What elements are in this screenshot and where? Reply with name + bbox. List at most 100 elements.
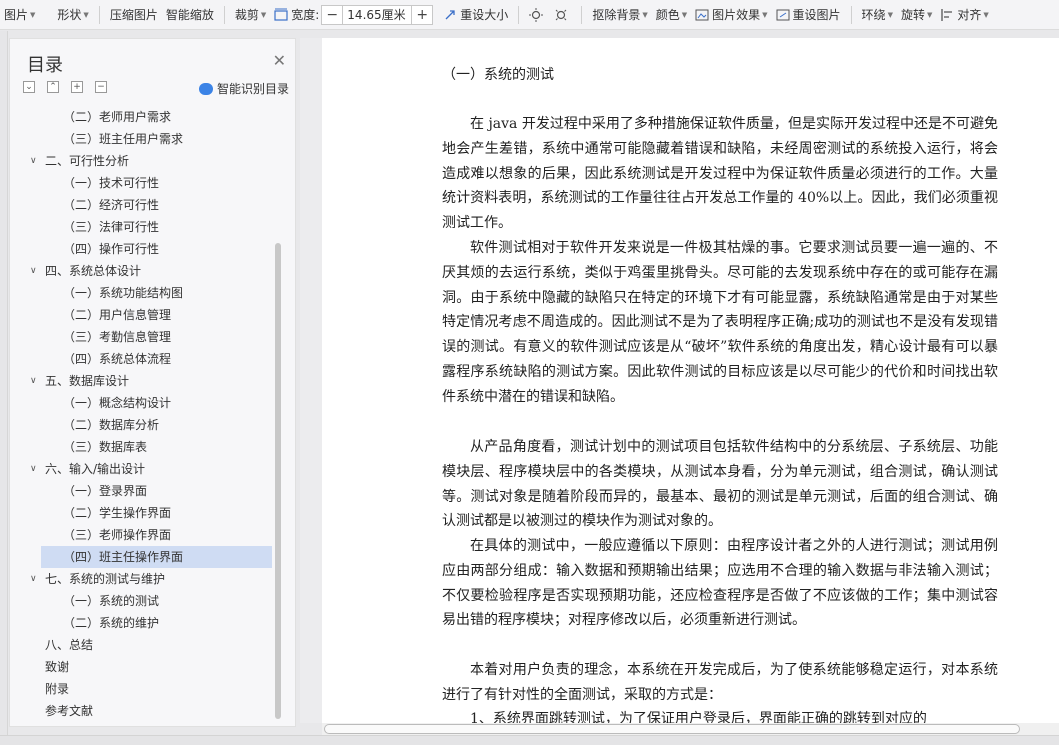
section-heading: （一）系统的测试: [442, 67, 554, 83]
toc-item[interactable]: 参考文献: [10, 700, 272, 722]
chevron-down-icon: ▼: [30, 10, 36, 19]
expand-all-icon[interactable]: ⌃: [47, 81, 59, 93]
smart-toc-label: 智能识别目录: [216, 82, 289, 96]
toc-item-label: 参考文献: [45, 704, 94, 718]
reset-size-button[interactable]: 重设大小: [439, 0, 512, 29]
sun-outline-icon: [554, 8, 568, 22]
picture-effects-menu[interactable]: 图片效果 ▼: [691, 0, 771, 29]
document-margin: [300, 38, 322, 723]
toc-item-label: （一）系统功能结构图: [63, 286, 184, 300]
toc-item-label: （四）操作可行性: [63, 242, 160, 256]
crop-menu[interactable]: 裁剪 ▼: [231, 0, 270, 29]
reset-picture-label: 重设图片: [792, 8, 841, 22]
toc-item-label: 致谢: [45, 660, 70, 674]
toc-item[interactable]: （三）老师操作界面: [10, 524, 272, 546]
toc-item[interactable]: ∨ 二、可行性分析: [10, 150, 272, 172]
document-page[interactable]: （一）系统的测试 在 java 开发过程中采用了多种措施保证软件质量，但是实际开…: [322, 38, 1059, 727]
toc-item[interactable]: （二）数据库分析: [10, 414, 272, 436]
toc-item[interactable]: （三）考勤信息管理: [10, 326, 272, 348]
color-menu[interactable]: 颜色 ▼: [652, 0, 691, 29]
toc-item-label: 六、输入/输出设计: [45, 462, 146, 476]
toc-list: （二）老师用户需求 （三）班主任用户需求 ∨ 二、可行性分析 （一）技术可行性 （二）经济…: [10, 106, 272, 726]
width-increase-button[interactable]: +: [412, 6, 432, 24]
chevron-down-icon: ▼: [681, 10, 688, 19]
horizontal-scrollbar[interactable]: [322, 723, 1059, 735]
effects-label: 图片效果: [712, 8, 761, 22]
reset-picture-button[interactable]: 重设图片: [772, 0, 845, 29]
toc-item[interactable]: （一）概念结构设计: [10, 392, 272, 414]
sun-icon: [529, 7, 544, 22]
toc-item-label: （三）法律可行性: [63, 220, 160, 234]
paragraph: 在具体的测试中，一般应遵循以下原则：由程序设计者之外的人进行测试；测试用例应由两…: [442, 538, 998, 629]
chevron-down-icon[interactable]: ∨: [30, 458, 37, 480]
toc-item[interactable]: （二）学生操作界面: [10, 502, 272, 524]
chevron-down-icon[interactable]: ∨: [30, 150, 37, 172]
toc-item[interactable]: （四）班主任操作界面: [41, 546, 272, 568]
chevron-down-icon[interactable]: ∨: [30, 370, 37, 392]
toc-item[interactable]: （二）系统的维护: [10, 612, 272, 634]
toc-item[interactable]: （三）班主任用户需求: [10, 128, 272, 150]
picture-label: 图片: [4, 8, 29, 22]
chevron-down-icon[interactable]: ∨: [30, 260, 37, 282]
toc-scrollbar[interactable]: [274, 106, 282, 719]
toc-item[interactable]: ∨ 五、数据库设计: [10, 370, 272, 392]
remove-background-menu[interactable]: 抠除背景 ▼: [588, 0, 651, 29]
toc-item-label: 八、总结: [45, 638, 94, 652]
toc-item-label: （二）学生操作界面: [63, 506, 172, 520]
toc-item-label: （二）经济可行性: [63, 198, 160, 212]
smart-zoom-label: 智能缩放: [165, 8, 214, 22]
toc-item[interactable]: （二）经济可行性: [10, 194, 272, 216]
remove-heading-icon[interactable]: −: [95, 81, 107, 93]
toc-item-label: （一）技术可行性: [63, 176, 160, 190]
width-decrease-button[interactable]: −: [322, 6, 342, 24]
toc-item[interactable]: （四）操作可行性: [10, 238, 272, 260]
brightness-down-button[interactable]: [550, 0, 575, 29]
toc-item[interactable]: （一）系统的测试: [10, 590, 272, 612]
wrap-label: 环绕: [861, 8, 886, 22]
compress-button[interactable]: 压缩图片: [106, 0, 162, 29]
toc-item[interactable]: （一）系统功能结构图: [10, 282, 272, 304]
toc-item[interactable]: （二）用户信息管理: [10, 304, 272, 326]
horizontal-scroll-thumb[interactable]: [324, 724, 1020, 734]
rotate-menu[interactable]: 旋转 ▼: [897, 0, 936, 29]
toc-item[interactable]: 附录: [10, 678, 272, 700]
toc-item[interactable]: ∨ 四、系统总体设计: [10, 260, 272, 282]
toolbar-divider: [850, 5, 852, 24]
toc-item[interactable]: （二）老师用户需求: [10, 106, 272, 128]
shape-menu[interactable]: 形状 ▼: [53, 0, 92, 29]
toc-item[interactable]: 八、总结: [10, 634, 272, 656]
toc-title: 目录: [27, 55, 63, 76]
toc-item[interactable]: （四）系统总体流程: [10, 348, 272, 370]
toc-scroll-thumb[interactable]: [275, 243, 281, 719]
toc-item[interactable]: 致谢: [10, 656, 272, 678]
toc-item[interactable]: （一）登录界面: [10, 480, 272, 502]
toc-item-label: （三）老师操作界面: [63, 528, 172, 542]
brightness-up-button[interactable]: [525, 0, 550, 29]
chevron-down-icon: ▼: [260, 10, 267, 19]
picture-toolbar: 图片▼ 形状▼ 压缩图片 智能缩放 裁剪▼ 宽度: − + 重设大小 抠除背景▼…: [0, 0, 1059, 30]
toc-item[interactable]: （三）法律可行性: [10, 216, 272, 238]
smart-zoom-button[interactable]: 智能缩放: [162, 0, 218, 29]
toc-item[interactable]: （三）数据库表: [10, 436, 272, 458]
align-menu[interactable]: 对齐 ▼: [936, 0, 992, 29]
add-heading-icon[interactable]: +: [71, 81, 83, 93]
toc-item[interactable]: （一）技术可行性: [10, 172, 272, 194]
wrap-menu[interactable]: 环绕 ▼: [858, 0, 897, 29]
picture-menu[interactable]: 图片 ▼: [0, 0, 39, 29]
chevron-down-icon: ▼: [642, 10, 648, 19]
paragraph: 本着对用户负责的理念，本系统在开发完成后，为了使系统能够稳定运行，对本系统进行了…: [442, 662, 998, 703]
smart-toc-button[interactable]: 智能识别目录: [198, 80, 289, 97]
width-input[interactable]: [342, 5, 413, 24]
toolbar-divider: [98, 5, 100, 24]
toc-item[interactable]: ∨ 七、系统的测试与维护: [10, 568, 272, 590]
crop-label: 裁剪: [234, 8, 259, 22]
chevron-down-icon[interactable]: ∨: [30, 568, 37, 590]
collapse-all-icon[interactable]: ⌄: [23, 81, 35, 93]
toc-item-label: （二）用户信息管理: [63, 308, 172, 322]
close-icon[interactable]: ✕: [273, 51, 286, 70]
toc-item-label: （三）班主任用户需求: [63, 132, 184, 146]
toc-item-label: （一）概念结构设计: [63, 396, 172, 410]
chevron-down-icon: ▼: [983, 10, 989, 19]
toc-item[interactable]: ∨ 六、输入/输出设计: [10, 458, 272, 480]
toc-item-label: （三）数据库表: [63, 440, 148, 454]
